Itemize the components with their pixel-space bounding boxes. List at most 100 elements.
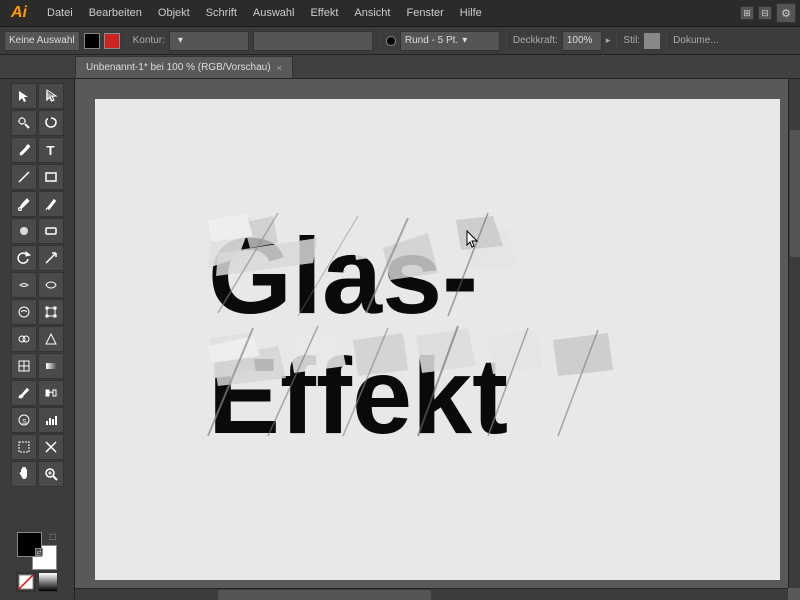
menu-datei[interactable]: Datei xyxy=(40,2,80,24)
line-tool[interactable] xyxy=(11,164,37,190)
canvas-content: .gt { font-family: 'Arial Black', 'Arial… xyxy=(198,198,678,481)
swap-colors-btn[interactable]: ⇄ xyxy=(35,548,43,556)
hand-tool[interactable] xyxy=(11,461,37,487)
zoom-tool[interactable] xyxy=(38,461,64,487)
tool-row-10 xyxy=(11,326,64,352)
tool-row-11 xyxy=(11,353,64,379)
vertical-scrollbar[interactable] xyxy=(788,79,800,588)
tool-row-12 xyxy=(11,380,64,406)
warp-tool[interactable] xyxy=(11,299,37,325)
tool-row-1 xyxy=(11,83,64,109)
separator-3 xyxy=(506,31,507,51)
tool-row-3: T xyxy=(11,137,64,163)
document-tab[interactable]: Unbenannt-1* bei 100 % (RGB/Vorschau) × xyxy=(75,56,293,78)
reshape-tool[interactable] xyxy=(38,272,64,298)
menu-hilfe[interactable]: Hilfe xyxy=(453,2,489,24)
slice-tool[interactable] xyxy=(38,434,64,460)
eraser-tool[interactable] xyxy=(38,218,64,244)
h-scroll-thumb[interactable] xyxy=(218,590,432,600)
menu-schrift[interactable]: Schrift xyxy=(199,2,244,24)
canvas-area[interactable]: .gt { font-family: 'Arial Black', 'Arial… xyxy=(75,79,800,600)
style-label: Stil: xyxy=(623,35,640,46)
style-swatch[interactable] xyxy=(644,33,660,49)
tool-row-4 xyxy=(11,164,64,190)
tool-row-7 xyxy=(11,245,64,271)
tool-row-15 xyxy=(11,461,64,487)
chart-tool[interactable] xyxy=(38,407,64,433)
menu-fenster[interactable]: Fenster xyxy=(399,2,450,24)
v-scroll-thumb[interactable] xyxy=(790,130,800,257)
toolbar-bar: Keine Auswahl Kontur: Rund - 5 Pt. Deckk… xyxy=(0,27,800,55)
stroke-swatch[interactable] xyxy=(104,33,120,49)
perspective-tool[interactable] xyxy=(38,326,64,352)
canvas-document: .gt { font-family: 'Arial Black', 'Arial… xyxy=(95,99,780,580)
selection-display: Keine Auswahl xyxy=(4,31,80,51)
shapebuilder-tool[interactable] xyxy=(11,326,37,352)
ai-logo: Ai xyxy=(4,0,34,27)
opacity-label: Deckkraft: xyxy=(513,35,558,46)
separator-1 xyxy=(126,31,127,51)
toolbox-bottom: ⇄ ⬚ xyxy=(16,532,58,596)
app-controls[interactable]: ⚙ xyxy=(776,3,796,23)
kontur-dropdown[interactable] xyxy=(169,31,249,51)
main-area: T xyxy=(0,79,800,600)
menu-auswahl[interactable]: Auswahl xyxy=(246,2,302,24)
symbol-tool[interactable]: S xyxy=(11,407,37,433)
gradient-tool[interactable] xyxy=(38,353,64,379)
stroke-style-box[interactable] xyxy=(253,31,373,51)
color-swatches: ⇄ ⬚ xyxy=(17,532,57,570)
lasso-tool[interactable] xyxy=(38,110,64,136)
magic-wand-tool[interactable] xyxy=(11,110,37,136)
tool-row-14 xyxy=(11,434,64,460)
tool-row-8 xyxy=(11,272,64,298)
paintbrush-tool[interactable] xyxy=(11,191,37,217)
none-color-row xyxy=(16,572,58,592)
fill-swatch[interactable] xyxy=(84,33,100,49)
artboard-tool[interactable] xyxy=(11,434,37,460)
tool-row-6 xyxy=(11,218,64,244)
blob-brush-tool[interactable] xyxy=(11,218,37,244)
pen-tool[interactable] xyxy=(11,137,37,163)
horizontal-scrollbar[interactable] xyxy=(75,588,788,600)
selection-tool[interactable] xyxy=(11,83,37,109)
default-colors-btn[interactable]: ⬚ xyxy=(49,532,57,540)
type-tool-icon: T xyxy=(47,143,55,158)
separator-4 xyxy=(616,31,617,51)
menu-ansicht[interactable]: Ansicht xyxy=(347,2,397,24)
gray-swatch[interactable] xyxy=(38,572,58,592)
direct-selection-tool[interactable] xyxy=(38,83,64,109)
menu-effekt[interactable]: Effekt xyxy=(303,2,345,24)
tab-title: Unbenannt-1* bei 100 % (RGB/Vorschau) xyxy=(86,62,271,73)
mesh-tool[interactable] xyxy=(11,353,37,379)
menu-objekt[interactable]: Objekt xyxy=(151,2,197,24)
menu-bearbeiten[interactable]: Bearbeiten xyxy=(82,2,149,24)
glas-effekt-svg: .gt { font-family: 'Arial Black', 'Arial… xyxy=(198,198,678,478)
tool-row-13: S xyxy=(11,407,64,433)
tool-row-2 xyxy=(11,110,64,136)
toolbox: T xyxy=(0,79,75,600)
width-tool[interactable] xyxy=(11,272,37,298)
free-transform-tool[interactable] xyxy=(38,299,64,325)
tab-close-btn[interactable]: × xyxy=(277,63,282,73)
kontur-label: Kontur: xyxy=(133,35,165,46)
workspace-switcher[interactable]: ⊞ xyxy=(740,6,754,20)
tool-row-9 xyxy=(11,299,64,325)
blend-tool[interactable] xyxy=(38,380,64,406)
opacity-value[interactable]: 100% xyxy=(562,31,602,51)
brush-dropdown[interactable]: Rund - 5 Pt. xyxy=(400,31,500,51)
menu-bar: Ai Datei Bearbeiten Objekt Schrift Auswa… xyxy=(0,0,800,27)
rectangle-tool[interactable] xyxy=(38,164,64,190)
eyedropper-tool[interactable] xyxy=(11,380,37,406)
separator-5 xyxy=(666,31,667,51)
panel-toggle[interactable]: ⊟ xyxy=(758,6,772,20)
opacity-arrow[interactable]: ▸ xyxy=(606,35,611,46)
rotate-tool[interactable] xyxy=(11,245,37,271)
none-fill-swatch[interactable] xyxy=(16,572,36,592)
pencil-tool[interactable] xyxy=(38,191,64,217)
dokument-label: Dokume... xyxy=(673,35,719,46)
tool-row-5 xyxy=(11,191,64,217)
separator-2 xyxy=(379,31,380,51)
scale-tool[interactable] xyxy=(38,245,64,271)
brush-dot xyxy=(386,36,396,46)
type-tool[interactable]: T xyxy=(38,137,64,163)
